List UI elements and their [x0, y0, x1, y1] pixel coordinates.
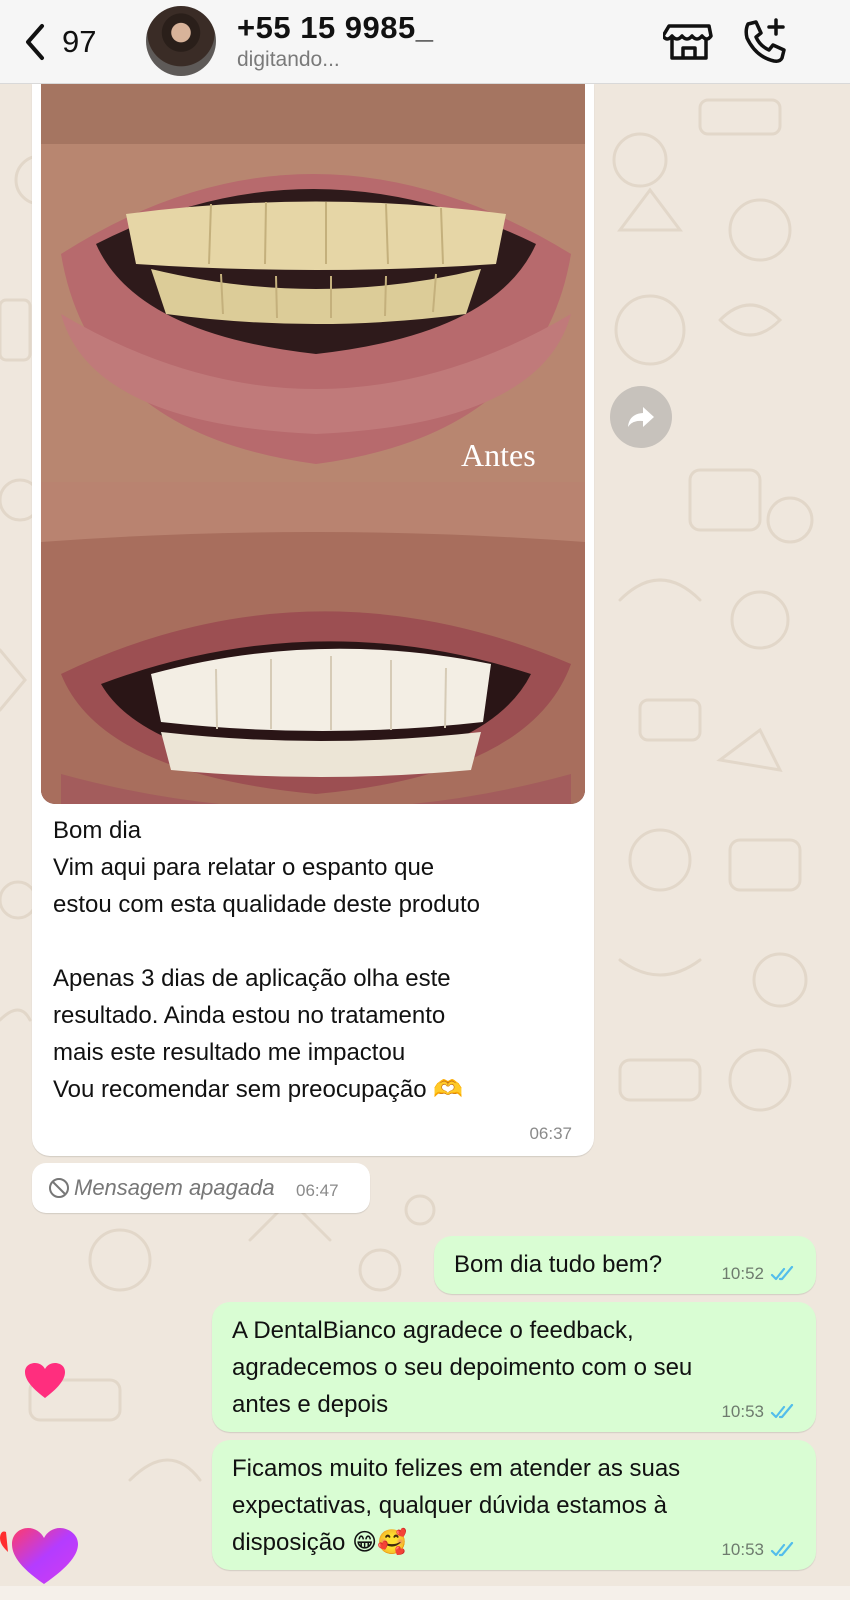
- back-button[interactable]: 97: [22, 20, 112, 64]
- incoming-message[interactable]: Antes Bom dia Vim aqui para relatar o es…: [32, 84, 594, 1156]
- contact-name[interactable]: +55 15 9985_: [237, 10, 434, 46]
- message-meta: 10:53: [721, 1540, 796, 1560]
- deleted-message-text: Mensagem apagada: [74, 1175, 275, 1200]
- heart-icon: [0, 1528, 78, 1584]
- incoming-message-time: 06:37: [529, 1124, 572, 1143]
- forward-icon: [628, 407, 654, 427]
- chevron-left-icon: [26, 24, 44, 60]
- deleted-message-time: 06:47: [296, 1181, 339, 1200]
- outgoing-message-text: Bom dia tudo bem?: [454, 1251, 663, 1278]
- heart-icon: [25, 1363, 65, 1398]
- outgoing-message-text: A DentalBianco agradece o feedback, agra…: [232, 1317, 693, 1418]
- outgoing-message[interactable]: Ficamos muito felizes em atender as suas…: [212, 1440, 816, 1570]
- outgoing-message-text: Ficamos muito felizes em atender as suas…: [232, 1455, 681, 1556]
- before-label: Antes: [461, 437, 536, 473]
- outgoing-message-time: 10:53: [721, 1540, 764, 1559]
- outgoing-message-time: 10:53: [721, 1402, 764, 1421]
- unread-count: 97: [62, 24, 97, 59]
- outgoing-message[interactable]: A DentalBianco agradece o feedback, agra…: [212, 1302, 816, 1432]
- message-meta: 10:52: [721, 1264, 796, 1284]
- storefront-icon[interactable]: [663, 16, 715, 68]
- chat-header: 97 +55 15 9985_ digitando...: [0, 0, 850, 84]
- read-ticks-icon: [770, 1266, 794, 1281]
- deleted-message[interactable]: Mensagem apagada 06:47: [32, 1163, 370, 1213]
- contact-status: digitando...: [237, 48, 340, 71]
- outgoing-message-time: 10:52: [721, 1264, 764, 1283]
- outgoing-message[interactable]: Bom dia tudo bem? 10:52: [434, 1236, 816, 1294]
- read-ticks-icon: [770, 1542, 794, 1557]
- message-meta: 10:53: [721, 1402, 796, 1422]
- forward-button[interactable]: [610, 386, 672, 448]
- prohibited-icon: [49, 1178, 69, 1198]
- add-call-icon[interactable]: [738, 16, 790, 68]
- bottom-bar: [0, 1586, 850, 1600]
- read-ticks-icon: [770, 1404, 794, 1419]
- avatar[interactable]: [146, 6, 216, 76]
- incoming-message-text: Bom dia Vim aqui para relatar o espanto …: [53, 817, 480, 1103]
- before-after-photo[interactable]: Antes: [41, 84, 585, 804]
